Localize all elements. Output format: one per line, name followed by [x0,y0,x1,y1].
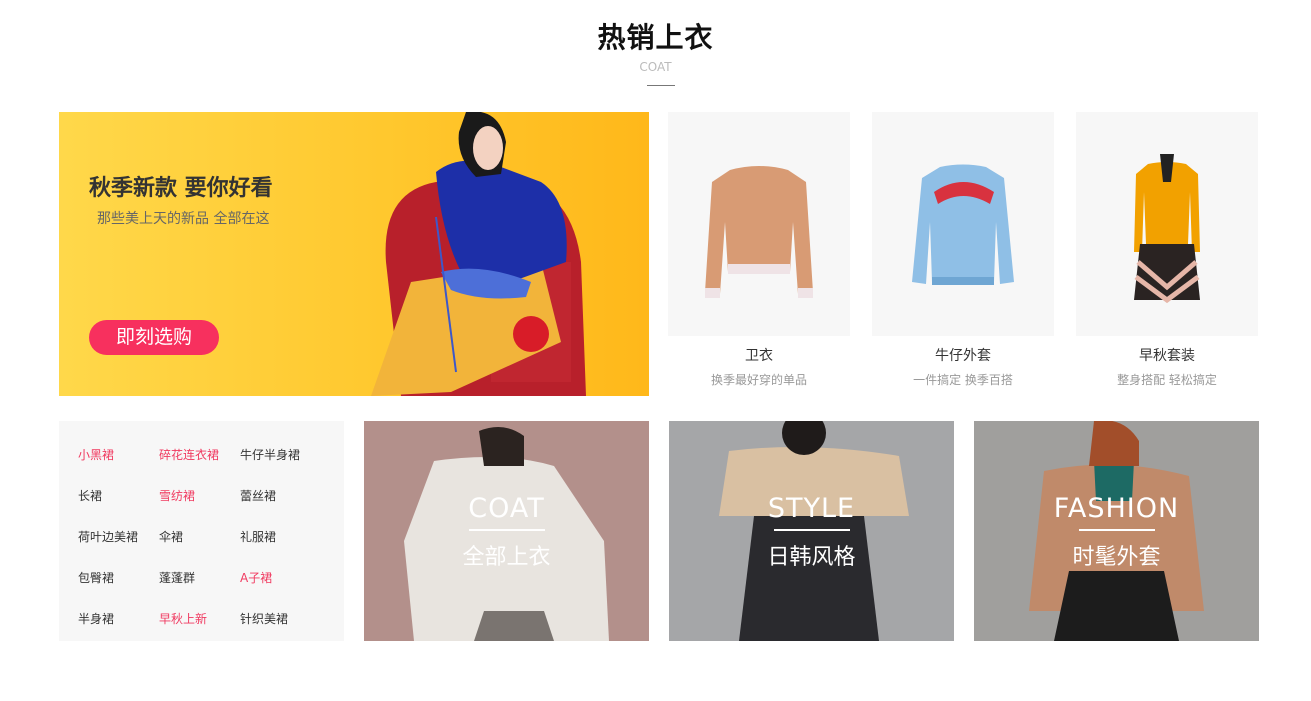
category-link[interactable]: 荷叶边美裙 [78,528,138,545]
tile-cn-label: 日韩风格 [767,545,856,570]
product-desc: 一件搞定 换季百搭 [913,373,1013,387]
product-card[interactable]: 卫衣 换季最好穿的单品 [668,112,850,388]
product-name[interactable]: 牛仔外套 [872,345,1054,365]
category-link[interactable]: 雪纺裙 [159,487,195,504]
category-link[interactable]: 针织美裙 [240,610,288,627]
category-link[interactable]: 牛仔半身裙 [240,446,300,463]
section-subtitle: COAT [639,60,672,74]
category-links-panel: 小黑裙 碎花连衣裙 牛仔半身裙 长裙 雪纺裙 蕾丝裙 荷叶边美裙 伞裙 礼服裙 … [59,421,344,641]
category-link[interactable]: 碎花连衣裙 [159,446,219,463]
category-link[interactable]: 伞裙 [159,528,183,545]
product-name[interactable]: 早秋套装 [1076,345,1258,365]
tile-en-label: FASHION [1053,493,1180,524]
category-link[interactable]: 蕾丝裙 [240,487,276,504]
tile-style[interactable]: STYLE 日韩风格 [669,421,954,641]
tile-style-image [669,421,954,641]
autumn-set-icon[interactable] [1076,112,1258,336]
denim-jacket-icon[interactable] [872,112,1054,336]
category-link[interactable]: 小黑裙 [78,446,114,463]
category-link[interactable]: 蓬蓬群 [159,569,195,586]
banner-title: 秋季新款 要你好看 [89,176,273,201]
product-desc: 整身搭配 轻松搞定 [1117,373,1217,387]
banner-model-image [371,112,586,396]
tile-coat[interactable]: COAT 全部上衣 [364,421,649,641]
tile-fashion[interactable]: FASHION 时髦外套 [974,421,1259,641]
title-divider [647,85,675,86]
category-link[interactable]: 包臀裙 [78,569,114,586]
section-title: 热销上衣 [597,21,714,54]
tile-divider [469,529,545,531]
sweatshirt-icon[interactable] [668,112,850,336]
tile-divider [774,529,850,531]
tile-cn-label: 全部上衣 [462,545,551,570]
product-name[interactable]: 卫衣 [668,345,850,365]
tile-en-label: COAT [468,493,545,524]
category-link[interactable]: 半身裙 [78,610,114,627]
category-link[interactable]: 礼服裙 [240,528,276,545]
tile-coat-image [364,421,649,641]
promo-banner[interactable]: 秋季新款 要你好看 那些美上天的新品 全部在这 即刻选购 [59,112,649,396]
shop-now-button[interactable]: 即刻选购 [89,320,219,355]
tile-divider [1079,529,1155,531]
tile-cn-label: 时髦外套 [1072,545,1161,570]
category-link[interactable]: 长裙 [78,487,102,504]
tile-en-label: STYLE [767,493,856,524]
product-desc: 换季最好穿的单品 [710,373,807,387]
category-link[interactable]: 早秋上新 [159,610,207,627]
banner-subtitle: 那些美上天的新品 全部在这 [97,211,270,227]
category-link[interactable]: A子裙 [240,569,272,586]
product-card[interactable]: 牛仔外套 一件搞定 换季百搭 [872,112,1054,388]
tile-fashion-image [974,421,1259,641]
product-card[interactable]: 早秋套装 整身搭配 轻松搞定 [1076,112,1258,388]
